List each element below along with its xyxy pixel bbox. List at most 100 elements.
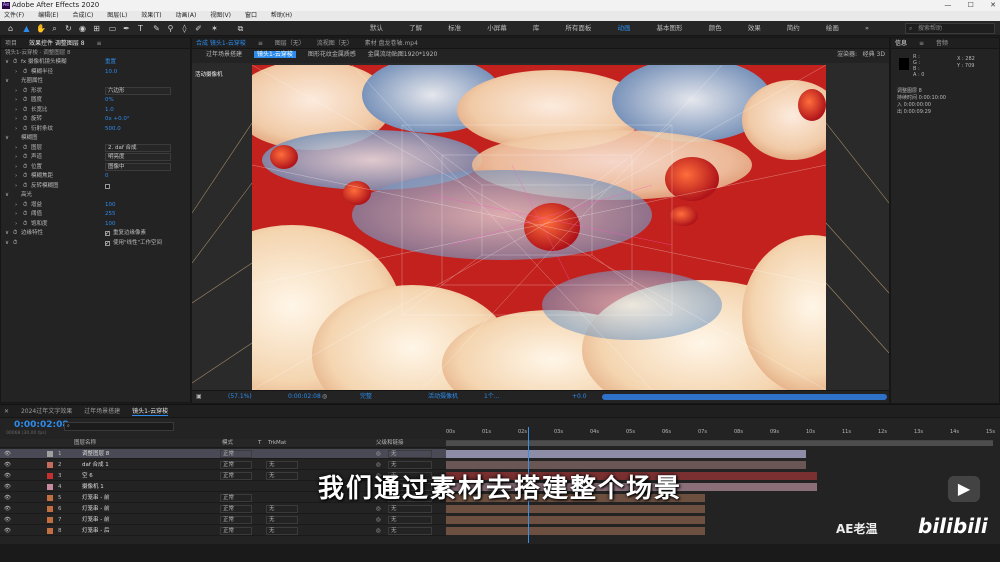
visibility-eye-icon[interactable]: 👁 — [4, 526, 11, 536]
workspace-default[interactable]: 默认 — [370, 21, 383, 36]
timeline-timecode[interactable]: 0:00:02:08 — [14, 420, 69, 430]
layer-parent-dropdown[interactable]: 无 — [388, 450, 432, 458]
property-dropdown[interactable]: 六边形 — [105, 86, 171, 95]
clone-stamp-tool-icon[interactable]: ⚲ — [166, 24, 175, 33]
layer-duration-bar[interactable] — [446, 527, 706, 535]
layer-label-color[interactable] — [47, 517, 53, 523]
text-tool-icon[interactable]: T — [136, 24, 145, 33]
property-value[interactable]: 100 — [105, 201, 116, 210]
disclosure-triangle-icon[interactable]: ∨ — [5, 229, 9, 238]
effect-property-row[interactable]: › ⏱ 旋转 0x +0.0° — [1, 115, 191, 124]
layer-parent-dropdown[interactable]: 无 — [388, 516, 432, 524]
menu-view[interactable]: 视图(V) — [210, 12, 231, 19]
eraser-tool-icon[interactable]: ◊ — [180, 24, 189, 33]
layer-name[interactable]: 灯笼串 - 前 — [82, 504, 109, 514]
tab-timeline-text[interactable]: 2024过年文字效果 — [21, 408, 72, 415]
disclosure-triangle-icon[interactable]: ∨ — [5, 191, 9, 200]
disclosure-triangle-icon[interactable]: ∨ — [5, 58, 9, 67]
info-menu-icon[interactable]: ≡ — [919, 40, 924, 47]
stopwatch-icon[interactable]: ⏱ — [23, 220, 27, 229]
always-preview-icon[interactable]: ▣ — [196, 391, 202, 403]
effect-property-row[interactable]: › ⏱ 圆度 0% — [1, 96, 191, 105]
tab-timeline-current[interactable]: 镜头1-云穿梭 — [132, 408, 169, 416]
close-button[interactable]: ✕ — [990, 1, 996, 9]
layer-parent-dropdown[interactable]: 无 — [388, 505, 432, 513]
snapshot-icon[interactable]: ◎ — [322, 391, 327, 403]
layer-row[interactable]: 👁 6 灯笼串 - 前 正常 无 ◎ 无 — [0, 504, 446, 514]
effect-property-row[interactable]: › ⏱ 位置 图像中 — [1, 162, 191, 172]
workspace-standard[interactable]: 标准 — [448, 21, 461, 36]
camera-tool-icon[interactable]: ◉ — [78, 24, 87, 33]
stopwatch-icon[interactable]: ⏱ — [23, 153, 27, 162]
tab-layer[interactable]: 图层（无） — [275, 40, 305, 47]
col-parent[interactable]: 父级和链接 — [376, 439, 404, 448]
pick-whip-icon[interactable]: ◎ — [376, 504, 381, 514]
stopwatch-icon[interactable]: ⏱ — [23, 210, 27, 219]
exposure-value[interactable]: +0.0 — [572, 391, 587, 403]
stopwatch-icon[interactable]: ⏱ — [13, 239, 17, 248]
disclosure-triangle-icon[interactable]: › — [15, 115, 17, 124]
maximize-button[interactable]: ☐ — [968, 1, 974, 9]
property-value[interactable]: 0x +0.0° — [105, 115, 130, 124]
timeline-search-input[interactable]: ⌕ — [64, 422, 174, 431]
workspace-small-screen[interactable]: 小屏幕 — [487, 21, 507, 36]
workspace-effects[interactable]: 效果 — [748, 21, 761, 36]
rectangle-tool-icon[interactable]: ▭ — [108, 24, 117, 33]
layer-row[interactable]: 👁 8 灯笼串 - 后 正常 无 ◎ 无 — [0, 526, 446, 536]
stopwatch-icon[interactable]: ⏱ — [23, 182, 27, 191]
disclosure-triangle-icon[interactable]: › — [15, 220, 17, 229]
camera-view-dropdown[interactable]: 活动摄像机 — [428, 391, 458, 403]
disclosure-triangle-icon[interactable]: › — [15, 163, 17, 172]
pick-whip-icon[interactable]: ◎ — [376, 526, 381, 536]
resolution-dropdown[interactable]: 完整 — [360, 391, 372, 403]
layer-duration-bar[interactable] — [446, 505, 706, 513]
video-player-icon[interactable]: ▶ — [948, 476, 980, 502]
layer-mode-dropdown[interactable]: 正常 — [220, 505, 252, 513]
workspace-all-panels[interactable]: 所有面板 — [565, 21, 591, 36]
layer-name[interactable]: 调整图层 8 — [82, 449, 109, 459]
nav-comp-current[interactable]: 镜头1-云穿梭 — [253, 51, 296, 58]
workspace-paint[interactable]: 绘画 — [826, 21, 839, 36]
menu-window[interactable]: 窗口 — [245, 12, 257, 19]
tab-info[interactable]: 信息 — [895, 40, 907, 47]
help-search-input[interactable]: ⌕ 搜索帮助 — [905, 23, 995, 34]
nav-comp-scene[interactable]: 过年场景搭建 — [206, 51, 242, 58]
layer-name[interactable]: 灯笼串 - 后 — [82, 526, 109, 536]
stopwatch-icon[interactable]: ⏱ — [23, 87, 27, 96]
visibility-eye-icon[interactable]: 👁 — [4, 504, 11, 514]
layer-trkmat-dropdown[interactable]: 无 — [266, 516, 298, 524]
workspace-animation[interactable]: 动画 — [617, 21, 630, 36]
tab-project[interactable]: 项目 — [5, 40, 17, 47]
panel-menu-icon[interactable]: ≡ — [97, 40, 102, 47]
stopwatch-icon[interactable]: ⏱ — [23, 96, 27, 105]
disclosure-triangle-icon[interactable]: › — [15, 106, 17, 115]
roto-brush-tool-icon[interactable]: ✐ — [194, 24, 203, 33]
effect-property-row[interactable]: › ⏱ 反转模糊图 — [1, 182, 191, 191]
layer-mode-dropdown[interactable]: 正常 — [220, 527, 252, 535]
effect-property-row[interactable]: ∨ ⏱ fx 摄像机镜头模糊 重置 — [1, 58, 191, 67]
disclosure-triangle-icon[interactable]: › — [15, 201, 17, 210]
property-dropdown[interactable]: 2. daf 合成 — [105, 143, 171, 152]
disclosure-triangle-icon[interactable]: › — [15, 96, 17, 105]
effect-property-row[interactable]: › ⏱ 图层 2. daf 合成 — [1, 143, 191, 153]
effect-property-row[interactable]: › ⏱ 饱和度 100 — [1, 220, 191, 229]
col-t[interactable]: T — [258, 439, 261, 448]
stopwatch-icon[interactable]: ⏱ — [13, 229, 17, 238]
workspace-color[interactable]: 颜色 — [709, 21, 722, 36]
layer-label-color[interactable] — [47, 506, 53, 512]
zoom-tool-icon[interactable]: ⌕ — [50, 24, 59, 33]
tab-effect-controls[interactable]: 效果控件 调整图层 8 — [29, 40, 85, 47]
workspace-more[interactable]: » — [865, 21, 869, 36]
zoom-dropdown[interactable]: (57.1%) — [228, 391, 252, 403]
disclosure-triangle-icon[interactable]: › — [15, 125, 17, 134]
disclosure-triangle-icon[interactable]: ∨ — [5, 134, 9, 143]
effect-property-row[interactable]: › ⏱ 模糊半径 10.0 — [1, 68, 191, 77]
hand-tool-icon[interactable]: ✋ — [36, 24, 46, 33]
property-checkbox[interactable] — [105, 239, 110, 248]
nav-comp-pattern[interactable]: 图形花纹金属质感 — [308, 51, 356, 58]
tab-audio[interactable]: 音频 — [936, 40, 948, 47]
disclosure-triangle-icon[interactable]: › — [15, 68, 17, 77]
selection-tool-icon[interactable]: ▲ — [22, 24, 31, 33]
renderer-value[interactable]: 经典 3D — [863, 49, 885, 61]
layer-label-color[interactable] — [47, 528, 53, 534]
